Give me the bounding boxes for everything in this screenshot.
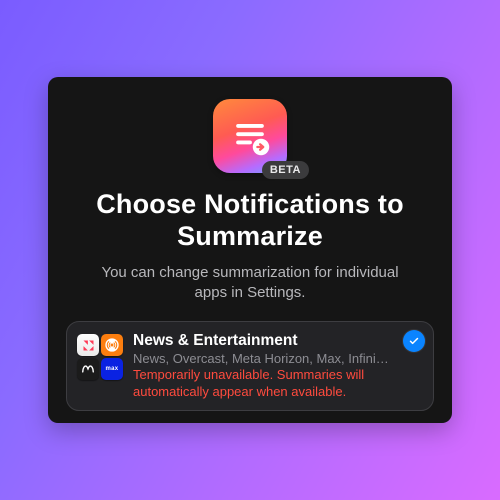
beta-badge: BETA xyxy=(262,161,309,179)
overcast-icon xyxy=(101,334,123,356)
category-title: News & Entertainment xyxy=(133,332,395,350)
category-body: News & Entertainment News, Overcast, Met… xyxy=(133,332,395,400)
summarize-glyph-icon xyxy=(228,114,272,158)
category-apps-list: News, Overcast, Meta Horizon, Max, Infin… xyxy=(133,351,395,366)
category-news-entertainment[interactable]: max News & Entertainment News, Overcast,… xyxy=(66,321,434,411)
notification-summarize-card: BETA Choose Notifications to Summarize Y… xyxy=(48,77,452,423)
checkmark-icon xyxy=(408,335,420,347)
category-app-grid: max xyxy=(77,334,123,380)
page-title: Choose Notifications to Summarize xyxy=(76,189,424,253)
category-selected-checkmark[interactable] xyxy=(403,330,425,352)
page-subtitle: You can change summarization for individ… xyxy=(96,263,404,304)
category-warning: Temporarily unavailable. Summaries will … xyxy=(133,367,395,400)
apple-news-icon xyxy=(77,334,99,356)
meta-horizon-icon xyxy=(77,358,99,380)
hero-icon-wrap: BETA xyxy=(213,99,287,173)
max-icon: max xyxy=(101,358,123,380)
